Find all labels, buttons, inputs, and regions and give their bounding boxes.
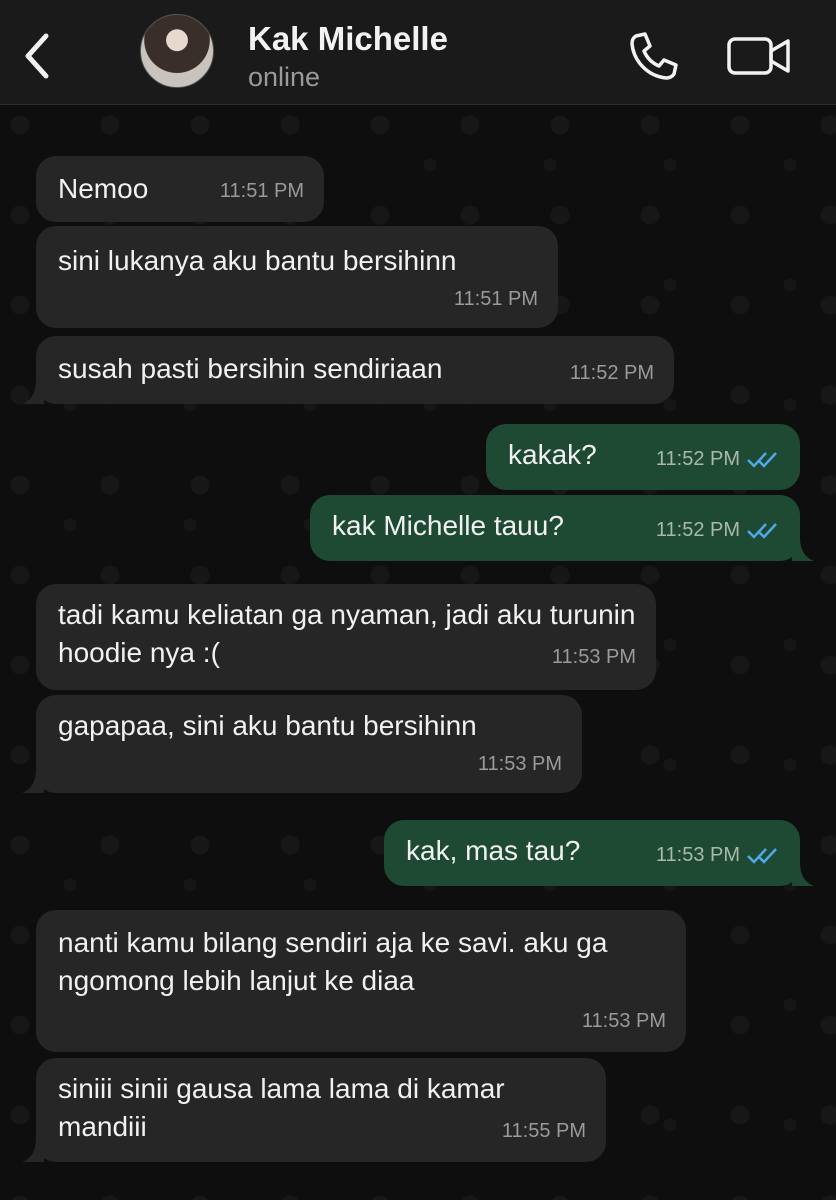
message-meta: 11:51 PM	[454, 280, 538, 318]
bubble-tail	[22, 769, 44, 793]
bubble-tail	[792, 862, 814, 886]
message-bubble-outgoing[interactable]: kak, mas tau? 11:53 PM	[384, 820, 814, 886]
message-meta: 11:53 PM	[582, 1002, 666, 1040]
message-meta: 11:51 PM	[220, 172, 304, 210]
double-check-icon	[747, 848, 777, 864]
message-bubble-outgoing[interactable]: kak Michelle tauu? 11:52 PM	[310, 495, 814, 561]
double-check-icon	[747, 452, 777, 468]
message-bubble-incoming[interactable]: nanti kamu bilang sendiri aja ke savi. a…	[36, 910, 686, 1052]
message-bubble-incoming[interactable]: Nemoo 11:51 PM	[36, 156, 324, 222]
message-text: sini lukanya aku bantu bersihinn	[58, 245, 457, 276]
bubble-tail	[22, 1138, 44, 1162]
avatar[interactable]	[140, 14, 214, 88]
message-bubble-incoming[interactable]: siniii sinii gausa lama lama di kamar ma…	[22, 1058, 606, 1162]
message-meta: 11:55 PM	[502, 1112, 586, 1150]
bubble-tail	[792, 537, 814, 561]
message-text: nanti kamu bilang sendiri aja ke savi. a…	[58, 927, 616, 996]
message-text: susah pasti bersihin sendiriaan	[58, 353, 443, 384]
chevron-left-icon	[25, 33, 49, 79]
message-bubble-incoming[interactable]: sini lukanya aku bantu bersihinn 11:51 P…	[36, 226, 558, 328]
voice-call-button[interactable]	[626, 30, 680, 82]
message-time: 11:55 PM	[501, 1120, 586, 1142]
contact-status: online	[248, 62, 321, 92]
message-meta: 11:52 PM	[656, 440, 780, 478]
message-bubble-outgoing[interactable]: kakak? 11:52 PM	[486, 424, 800, 490]
message-time: 11:53 PM	[477, 753, 562, 775]
message-time: 11:51 PM	[219, 180, 304, 202]
back-button[interactable]	[16, 28, 60, 84]
contact-name[interactable]: Kak Michelle	[248, 20, 448, 58]
message-meta: 11:52 PM	[570, 354, 654, 392]
chat-screen: Kak Michelle online Nemoo 11:51 PM sini …	[0, 0, 836, 1200]
double-check-icon	[747, 523, 777, 539]
phone-icon	[630, 32, 678, 80]
message-meta: 11:53 PM	[552, 638, 636, 676]
message-time: 11:52 PM	[569, 362, 654, 384]
message-meta: 11:53 PM	[656, 836, 780, 874]
bubble-tail	[22, 380, 44, 404]
message-bubble-incoming[interactable]: tadi kamu keliatan ga nyaman, jadi aku t…	[36, 584, 656, 690]
message-bubble-incoming[interactable]: gapapaa, sini aku bantu bersihinn 11:53 …	[22, 695, 582, 793]
message-time: 11:53 PM	[551, 646, 636, 668]
message-meta: 11:53 PM	[478, 745, 562, 783]
chat-header: Kak Michelle online	[0, 0, 836, 105]
video-camera-icon	[727, 37, 790, 75]
video-call-button[interactable]	[726, 36, 792, 76]
message-time: 11:52 PM	[655, 519, 740, 541]
message-text: gapapaa, sini aku bantu bersihinn	[58, 710, 477, 741]
message-time: 11:51 PM	[453, 288, 538, 310]
message-meta: 11:52 PM	[656, 511, 780, 549]
message-time: 11:52 PM	[655, 448, 740, 470]
message-bubble-incoming[interactable]: susah pasti bersihin sendiriaan 11:52 PM	[22, 336, 674, 404]
message-time: 11:53 PM	[581, 1010, 666, 1032]
message-time: 11:53 PM	[655, 844, 740, 866]
message-list[interactable]: Nemoo 11:51 PM sini lukanya aku bantu be…	[0, 105, 836, 1200]
